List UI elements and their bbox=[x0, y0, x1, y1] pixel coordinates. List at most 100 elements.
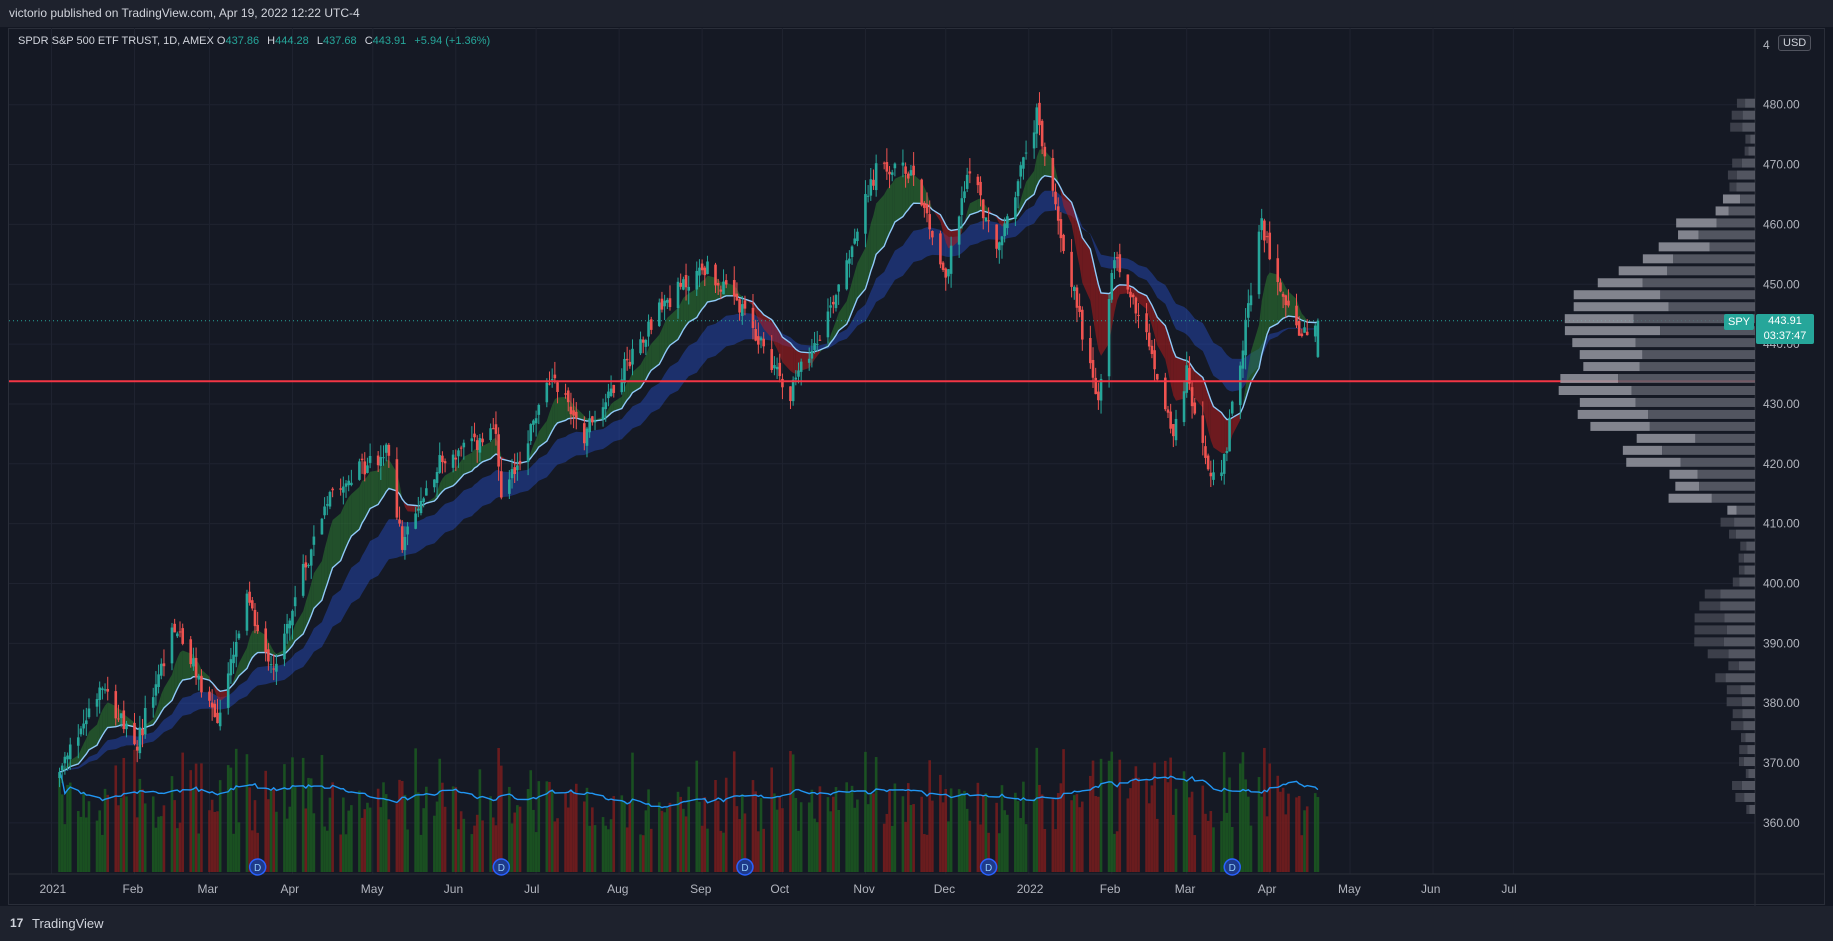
volume-bar bbox=[301, 757, 305, 872]
volume-bar bbox=[1081, 801, 1084, 872]
volume-profile-bar-inner bbox=[1635, 397, 1755, 407]
volume-bar bbox=[1110, 751, 1114, 872]
candle-body bbox=[850, 246, 854, 258]
volume-bar bbox=[789, 750, 792, 872]
price-tick-label: 360.00 bbox=[1763, 816, 1800, 830]
candle bbox=[237, 630, 241, 641]
volume-bar bbox=[1113, 833, 1116, 872]
volume-bar bbox=[358, 790, 361, 872]
volume-bar bbox=[194, 763, 198, 872]
volume-profile-bar-inner bbox=[1635, 338, 1755, 348]
candle-body bbox=[1032, 132, 1036, 149]
volume-bar bbox=[588, 825, 591, 872]
time-tick-label: 2021 bbox=[40, 882, 67, 896]
volume-bar bbox=[95, 820, 99, 872]
time-tick-label: Sep bbox=[690, 882, 712, 896]
candle bbox=[154, 671, 158, 706]
candle bbox=[890, 169, 894, 182]
candle-body bbox=[1172, 424, 1175, 437]
legend-high-value: 444.28 bbox=[275, 35, 309, 47]
volume-profile-bar bbox=[1731, 721, 1744, 731]
volume-bar bbox=[1190, 791, 1194, 872]
candle bbox=[481, 432, 484, 447]
candle-body bbox=[1089, 338, 1092, 364]
ema-fast-band-segment bbox=[359, 480, 363, 530]
volume-bar bbox=[1241, 752, 1245, 872]
tradingview-brand[interactable]: TradingView bbox=[32, 916, 104, 931]
volume-profile-bar bbox=[1720, 517, 1735, 527]
candle bbox=[628, 349, 632, 369]
volume-profile-bar bbox=[1642, 254, 1674, 264]
volume-profile-bar-inner bbox=[1728, 206, 1755, 216]
candle-body bbox=[1115, 257, 1119, 259]
candle-body bbox=[95, 699, 99, 707]
candle bbox=[965, 167, 969, 193]
price-chart[interactable]: D D D D D480.00470.00460.00450.00440.00430.0… bbox=[0, 0, 1833, 941]
candle-body bbox=[1022, 157, 1025, 169]
candle bbox=[1097, 382, 1100, 410]
volume-bar bbox=[850, 785, 854, 872]
volume-profile-bar bbox=[1669, 469, 1698, 479]
volume-profile-bar bbox=[1622, 445, 1663, 455]
candle-body bbox=[526, 443, 530, 462]
candle-body bbox=[963, 191, 966, 199]
candle bbox=[339, 478, 342, 496]
candle-body bbox=[1220, 472, 1223, 477]
volume-profile-bar-inner bbox=[1741, 158, 1755, 168]
volume-bar bbox=[703, 797, 707, 872]
candle-body bbox=[901, 162, 905, 166]
candle-body bbox=[1038, 102, 1041, 126]
candle bbox=[1038, 92, 1041, 136]
candle-body bbox=[904, 166, 907, 174]
volume-profile-bar bbox=[1715, 673, 1726, 683]
volume-bar bbox=[550, 790, 554, 872]
volume-bar bbox=[799, 802, 803, 872]
candle bbox=[395, 447, 399, 520]
candle bbox=[968, 158, 972, 184]
volume-bar bbox=[309, 778, 313, 872]
candle bbox=[850, 245, 854, 265]
volume-bar bbox=[818, 786, 822, 872]
candle-body bbox=[256, 624, 259, 632]
volume-bar bbox=[1043, 828, 1047, 872]
volume-profile-bar-inner bbox=[1746, 541, 1755, 551]
volume-bar bbox=[960, 793, 964, 872]
ema-fast-band-segment bbox=[343, 502, 347, 554]
candle-body bbox=[433, 479, 436, 488]
volume-bar bbox=[1056, 793, 1060, 872]
volume-profile-bar-inner bbox=[1711, 493, 1755, 503]
candle bbox=[1220, 459, 1223, 481]
volume-bar bbox=[698, 801, 701, 872]
candle-body bbox=[1147, 332, 1151, 347]
volume-bar bbox=[888, 789, 891, 872]
candle-body bbox=[1316, 320, 1320, 357]
candle-body bbox=[307, 565, 310, 567]
candle bbox=[1070, 239, 1073, 298]
candle bbox=[607, 383, 610, 407]
volume-bar bbox=[122, 757, 126, 872]
volume-bar bbox=[285, 818, 289, 872]
candle bbox=[612, 384, 616, 398]
volume-bar bbox=[1206, 820, 1210, 872]
candle bbox=[657, 298, 661, 327]
volume-bar bbox=[58, 777, 61, 872]
candle-body bbox=[76, 737, 80, 746]
candle-body bbox=[1182, 391, 1186, 423]
volume-profile-bar-inner bbox=[1699, 481, 1755, 491]
volume-bar bbox=[583, 801, 586, 872]
volume-bar bbox=[406, 829, 409, 872]
candle-body bbox=[66, 755, 69, 760]
currency-button[interactable]: USD bbox=[1778, 35, 1812, 51]
volume-bar bbox=[923, 834, 926, 872]
candle bbox=[159, 658, 163, 680]
candle-body bbox=[462, 442, 466, 448]
volume-bar bbox=[60, 794, 64, 872]
candle bbox=[79, 726, 83, 737]
candle-body bbox=[1185, 365, 1189, 393]
candle bbox=[312, 525, 316, 556]
candle-body bbox=[283, 633, 286, 660]
candle-body bbox=[232, 654, 235, 664]
candle bbox=[173, 618, 176, 633]
volume-bar bbox=[574, 783, 578, 872]
candle-body bbox=[1257, 231, 1261, 295]
